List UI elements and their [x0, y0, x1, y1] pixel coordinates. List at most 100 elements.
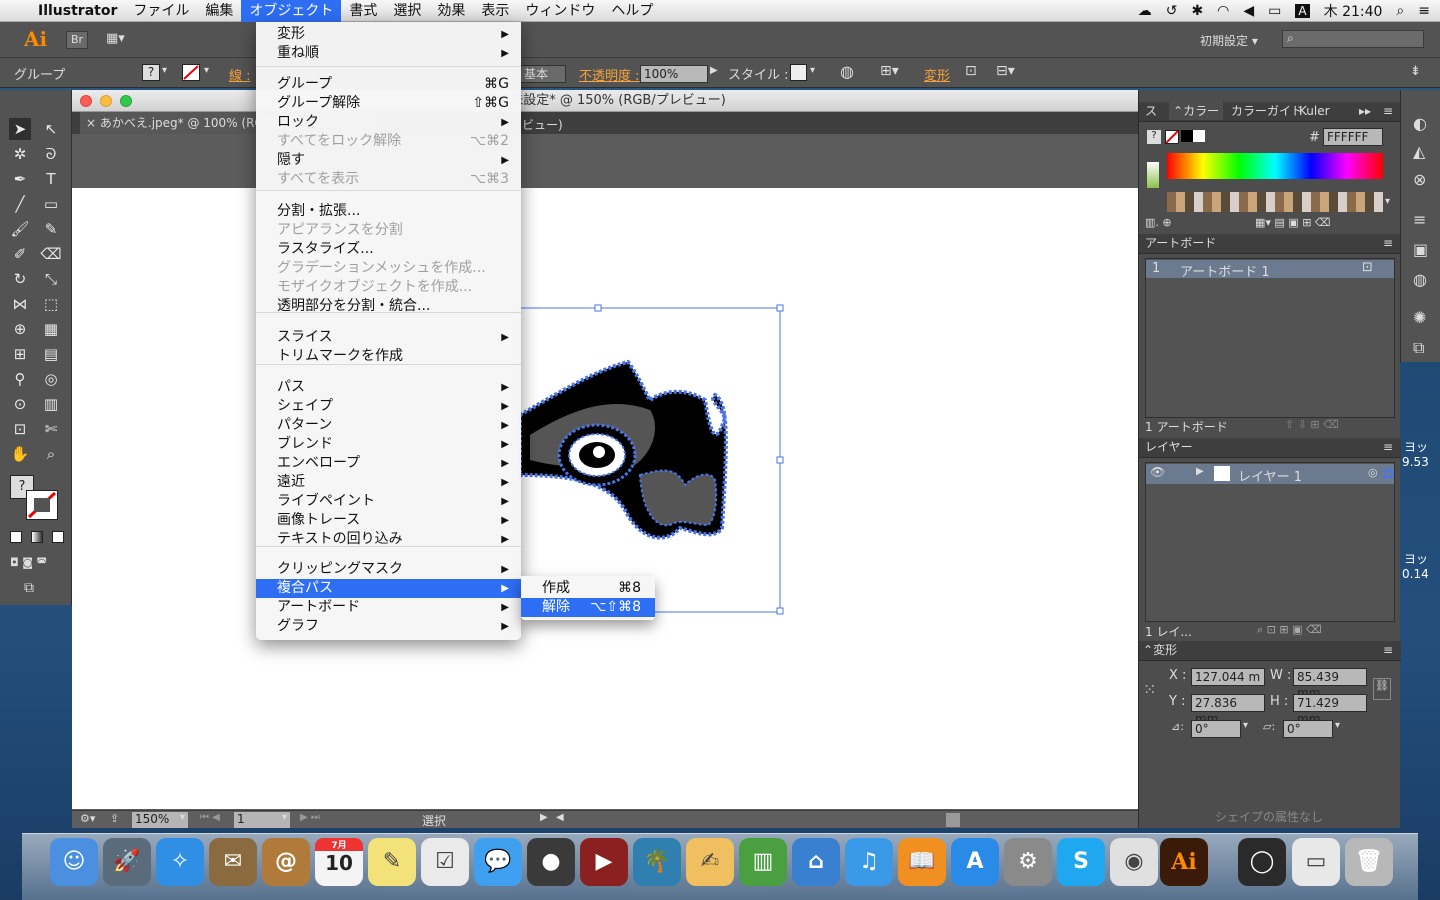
y-input[interactable]: 27.836 mm [1191, 694, 1265, 726]
tab-kuler[interactable]: Kuler [1299, 102, 1330, 120]
color-picker-panel-icon[interactable]: ⊗ [1413, 170, 1426, 189]
menu-item[interactable]: ライブペイント ▶ [256, 492, 521, 511]
rotate-tool-icon[interactable]: ↻ [9, 268, 31, 290]
dock-calendar-icon[interactable]: 7月 10 [315, 838, 363, 886]
layer-actions-icon[interactable]: ⌕ ⊡ ⊞ ▣ ⌫ [1257, 623, 1322, 637]
appearance-styles-icon[interactable]: ◍ [1413, 270, 1427, 289]
artboard-actions-icon[interactable]: ⇧ ⇩ ⊞ ⌫ [1285, 418, 1339, 431]
artboard-next-icon[interactable]: ▶ ⏭ [300, 812, 320, 823]
gradient-mode-icon[interactable] [31, 531, 43, 543]
search-input[interactable]: ⌕ [1282, 30, 1424, 48]
opacity-arrow-icon[interactable]: ▶ [710, 65, 718, 76]
menu-item[interactable]: 複合パス ▶ [256, 579, 521, 598]
menu-item[interactable]: クリッピングマスク ▶ [256, 560, 521, 579]
menu-item[interactable]: エンベロープ ▶ [256, 454, 521, 473]
artboard-panel-title[interactable]: アートボード [1145, 234, 1216, 252]
minimize-window-button[interactable] [100, 95, 112, 107]
bluetooth-icon[interactable]: ✱ [1191, 3, 1203, 19]
battery-icon[interactable]: ▭ [1268, 3, 1281, 19]
dock-photo-booth-icon[interactable]: ▶ [580, 838, 628, 886]
dock-reminders-icon[interactable]: ☑ [421, 838, 469, 886]
dock-messages-icon[interactable]: 💬 [474, 838, 522, 886]
menu-file[interactable]: ファイル [125, 0, 197, 22]
dock-skype-icon[interactable]: S [1057, 838, 1105, 886]
arrange-documents-icon[interactable]: ▦▾ [106, 31, 125, 46]
dock-finder-icon[interactable]: ☺ [50, 838, 98, 886]
swatch-libraries-icon[interactable]: ▥. ⊕ [1145, 216, 1172, 229]
menu-item[interactable]: パターン ▶ [256, 416, 521, 435]
transform-panel-menu-icon[interactable]: ≡ [1383, 641, 1393, 659]
symbols-panel-icon[interactable]: ✺ [1413, 308, 1426, 327]
menu-window[interactable]: ウィンドウ [517, 0, 603, 22]
menu-type[interactable]: 書式 [341, 0, 385, 22]
artboard-options-icon[interactable]: ⊡ [1362, 260, 1373, 275]
dock-launchpad-icon[interactable]: 🚀 [103, 838, 151, 886]
rotate-dropdown-icon[interactable]: ▾ [1243, 720, 1248, 731]
tab-swatches[interactable]: ス [1145, 102, 1157, 120]
stroke-color-box[interactable] [26, 490, 58, 520]
wifi-icon[interactable]: ◠ [1217, 3, 1229, 19]
blob-brush-tool-icon[interactable]: ✐ [9, 243, 31, 265]
zoom-dropdown-icon[interactable]: ▾ [180, 812, 185, 823]
dock-ibooks-icon[interactable]: 📖 [898, 838, 946, 886]
dock-facetime-icon[interactable]: ● [527, 838, 575, 886]
dock-notes-icon[interactable]: ✎ [368, 838, 416, 886]
fill-dropdown-icon[interactable]: ▾ [162, 65, 167, 76]
transparency-panel-icon[interactable]: ▣ [1413, 240, 1428, 259]
style-dropdown-icon[interactable]: ▾ [810, 65, 815, 76]
stroke-dropdown-icon[interactable]: ▾ [204, 65, 209, 76]
layer-selection-icon[interactable] [1384, 469, 1393, 478]
close-window-button[interactable] [80, 95, 92, 107]
black-swatch[interactable] [1181, 130, 1193, 142]
submenu-item[interactable]: 作成 ⌘8 [521, 579, 655, 598]
symbol-sprayer-tool-icon[interactable]: ⊙ [9, 393, 31, 415]
layer-visibility-icon[interactable]: 👁 [1150, 465, 1165, 479]
dock-app-store-icon[interactable]: A [951, 838, 999, 886]
select-similar-icon[interactable]: ⊟▾ [996, 63, 1015, 79]
menu-item[interactable]: スライス ▶ [256, 328, 521, 347]
clock[interactable]: 木 21:40 [1324, 1, 1383, 21]
menu-item[interactable]: グループ ⌘G [256, 75, 521, 94]
stroke-panel-icon[interactable]: ≡ [1413, 210, 1426, 229]
dock-system-preferences-icon[interactable]: ⚙ [1004, 838, 1052, 886]
menu-select[interactable]: 選択 [385, 0, 429, 22]
width-tool-icon[interactable]: ⋈ [9, 293, 31, 315]
menu-edit[interactable]: 編集 [197, 0, 241, 22]
shape-builder-tool-icon[interactable]: ⊕ [9, 318, 31, 340]
rectangle-tool-icon[interactable]: ▭ [40, 193, 62, 215]
layers-panel-menu-icon[interactable]: ≡ [1383, 438, 1393, 456]
volume-icon[interactable]: ◀ [1243, 3, 1254, 19]
menu-item[interactable]: トリムマークを作成 [256, 347, 521, 366]
menu-view[interactable]: 表示 [473, 0, 517, 22]
swatch-strip[interactable] [1167, 192, 1383, 212]
paintbrush-tool-icon[interactable]: 🖌 [9, 218, 31, 240]
dock-illustrator-icon[interactable]: Ai [1160, 838, 1208, 886]
color-fill-icon[interactable]: ? [1147, 130, 1161, 144]
zoom-window-button[interactable] [120, 95, 132, 107]
transform-panel-title[interactable]: ⌃変形 [1143, 641, 1177, 659]
transform-label[interactable]: 変形 [924, 65, 950, 84]
white-swatch[interactable] [1193, 130, 1205, 142]
menu-help[interactable]: ヘルプ [603, 0, 661, 22]
direct-selection-tool-icon[interactable]: ↖ [40, 118, 62, 140]
dock-itunes-icon[interactable]: ♫ [845, 838, 893, 886]
menu-item[interactable]: ラスタライズ... [256, 240, 521, 259]
dock-pages-icon[interactable]: ✍ [686, 838, 734, 886]
type-tool-icon[interactable]: T [40, 168, 62, 190]
zoom-tool-icon[interactable]: ⌕ [40, 443, 62, 465]
tab-color-guide[interactable]: カラーガイド [1231, 102, 1303, 120]
menu-effect[interactable]: 効果 [429, 0, 473, 22]
stroke-label[interactable]: 線 : [229, 65, 251, 84]
gradient-tool-icon[interactable]: ▤ [40, 343, 62, 365]
dock-trash-icon[interactable]: 🗑 [1345, 838, 1393, 886]
opacity-input[interactable]: 100% [640, 65, 708, 83]
constrain-proportions-icon[interactable]: ⛓ [1373, 678, 1391, 700]
drawing-modes-icon[interactable]: ◘ ◙ ◚ [10, 556, 66, 570]
shear-input[interactable]: 0° [1283, 720, 1333, 738]
status-settings-icon[interactable]: ⚙▾ [80, 812, 95, 825]
menu-item[interactable]: ロック ▶ [256, 113, 521, 132]
h-input[interactable]: 71.429 mm [1293, 694, 1367, 726]
align-icon[interactable]: ⊞▾ [880, 63, 899, 79]
menu-item[interactable]: アートボード ▶ [256, 598, 521, 617]
dock-iphoto-icon[interactable]: 🌴 [633, 838, 681, 886]
